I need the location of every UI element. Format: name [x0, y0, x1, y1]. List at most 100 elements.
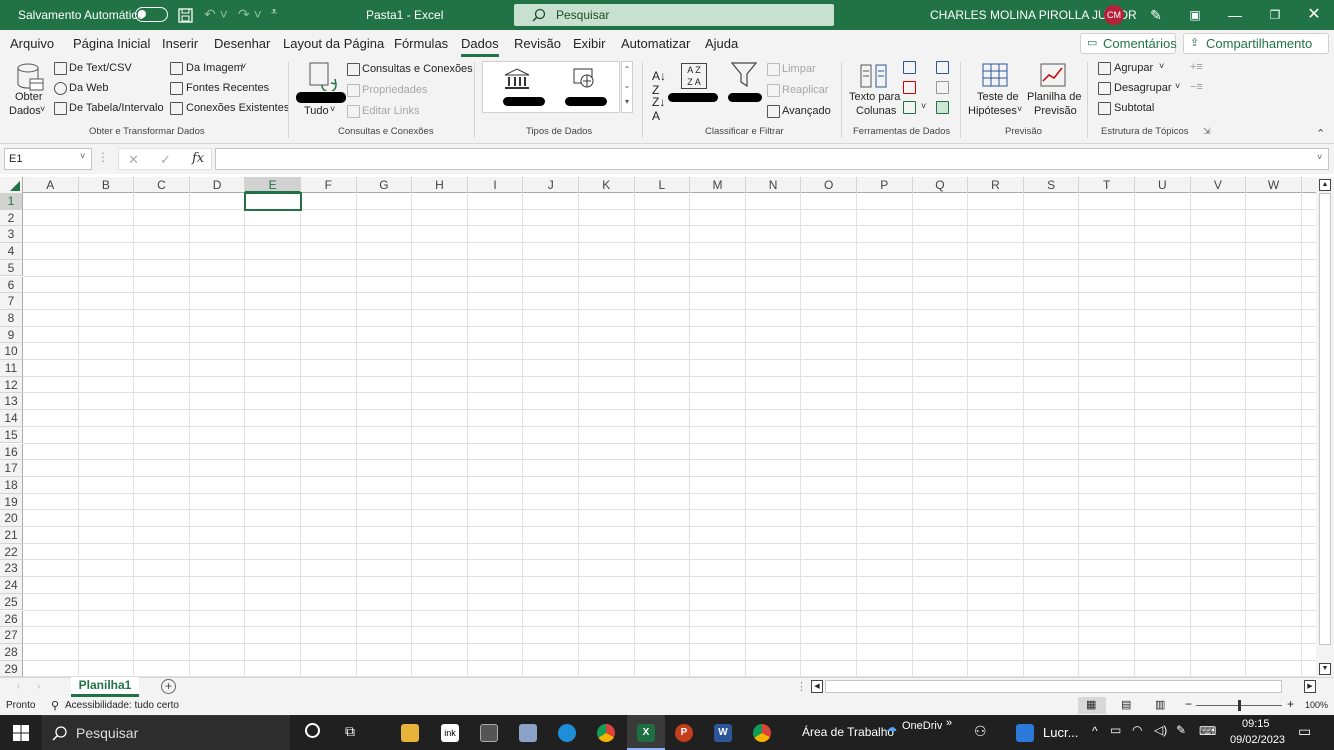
people-icon[interactable]: ⚇: [974, 723, 987, 740]
scroll-up-icon[interactable]: ▲: [1319, 179, 1331, 191]
column-header[interactable]: D: [190, 177, 246, 193]
desktop-toolbar-label[interactable]: Área de Trabalho: [802, 725, 894, 739]
sheet-tab-planilha1[interactable]: Planilha1: [71, 677, 139, 697]
row-header[interactable]: 20: [0, 510, 23, 527]
data-model-icon[interactable]: [936, 101, 949, 114]
powerpoint-icon[interactable]: P: [675, 724, 693, 742]
ungroup-button[interactable]: Desagrupar: [1114, 82, 1171, 94]
horizontal-scroll-thumb[interactable]: [825, 680, 1282, 693]
chevron-down-icon[interactable]: ˅: [1017, 104, 1022, 114]
group-button[interactable]: Agrupar: [1114, 62, 1153, 74]
what-if-line2[interactable]: Hipóteses: [968, 105, 1017, 117]
task-view-icon[interactable]: ⧉: [345, 723, 355, 740]
tab-layout[interactable]: Layout da Página: [283, 36, 384, 51]
expand-formula-icon[interactable]: ˅: [1317, 152, 1322, 162]
column-header[interactable]: M: [690, 177, 746, 193]
calculator-icon[interactable]: [519, 724, 537, 742]
status-accessibility[interactable]: Acessibilidade: tudo certo: [65, 700, 179, 711]
sort-za-icon[interactable]: Z↓ A: [652, 95, 665, 123]
tab-ajuda[interactable]: Ajuda: [705, 36, 738, 51]
minimize-icon[interactable]: —: [1226, 6, 1244, 24]
from-table[interactable]: De Tabela/Intervalo: [69, 102, 164, 114]
relationships-icon[interactable]: [936, 81, 949, 94]
chevron-down-icon[interactable]: ˅: [330, 104, 335, 114]
chrome-profile-icon[interactable]: [753, 724, 771, 742]
row-header[interactable]: 27: [0, 627, 23, 644]
volume-icon[interactable]: ◁): [1154, 723, 1167, 737]
enter-icon[interactable]: ✓: [160, 152, 171, 168]
document-app-icon[interactable]: [1016, 724, 1034, 742]
row-header[interactable]: 11: [0, 360, 23, 377]
column-header[interactable]: E: [245, 177, 301, 193]
excel-taskbar-button[interactable]: X: [627, 715, 665, 750]
row-header[interactable]: 26: [0, 610, 23, 628]
subtotal[interactable]: Subtotal: [1114, 102, 1154, 114]
column-header[interactable]: K: [579, 177, 635, 193]
column-header[interactable]: O: [801, 177, 857, 193]
row-header[interactable]: 4: [0, 243, 23, 260]
chevron-down-icon[interactable]: ˅: [921, 101, 926, 111]
zoom-out-icon[interactable]: −: [1185, 697, 1192, 711]
tab-revisao[interactable]: Revisão: [514, 36, 561, 51]
row-header[interactable]: 16: [0, 443, 23, 461]
properties[interactable]: Propriedades: [362, 84, 427, 96]
show-detail-icon[interactable]: +≡: [1190, 61, 1203, 73]
column-header[interactable]: U: [1135, 177, 1191, 193]
column-header[interactable]: I: [468, 177, 524, 193]
split-handle-icon[interactable]: ⋮: [796, 680, 807, 693]
row-header[interactable]: 15: [0, 426, 23, 444]
autosave-toggle[interactable]: [135, 7, 168, 22]
zoom-slider-thumb[interactable]: [1238, 700, 1241, 711]
chevron-down-icon[interactable]: ˅: [241, 61, 246, 71]
from-text-csv[interactable]: De Text/CSV: [69, 62, 132, 74]
column-header[interactable]: L: [635, 177, 691, 193]
save-icon[interactable]: [178, 8, 193, 23]
edit-links[interactable]: Editar Links: [362, 105, 419, 117]
ribbon-display-icon[interactable]: ▣: [1186, 6, 1204, 24]
row-header[interactable]: 10: [0, 343, 23, 360]
row-header[interactable]: 22: [0, 543, 23, 561]
column-header[interactable]: R: [968, 177, 1024, 193]
chevron-down-icon[interactable]: ˅: [1159, 61, 1164, 71]
column-header[interactable]: A: [23, 177, 79, 193]
hide-detail-icon[interactable]: −≡: [1190, 81, 1203, 93]
collapse-ribbon-icon[interactable]: ⌃: [1316, 127, 1325, 140]
row-header[interactable]: 24: [0, 577, 23, 594]
toolbar-expand-icon[interactable]: »: [946, 717, 952, 729]
cortana-icon[interactable]: [305, 723, 320, 738]
insert-function-icon[interactable]: fx: [192, 151, 204, 166]
active-cell[interactable]: [244, 192, 302, 211]
comments-button[interactable]: ▭ Comentários: [1080, 33, 1177, 54]
tab-desenhar[interactable]: Desenhar: [214, 36, 270, 51]
row-header[interactable]: 2: [0, 209, 23, 227]
file-explorer-icon[interactable]: [401, 724, 419, 742]
tab-dados[interactable]: Dados: [461, 36, 499, 57]
next-sheet-icon[interactable]: ›: [37, 681, 40, 692]
onedrive-label[interactable]: OneDrive: [902, 720, 942, 732]
tab-exibir[interactable]: Exibir: [573, 36, 606, 51]
worksheet-grid[interactable]: ABCDEFGHIJKLMNOPQRSTUVW 1 2 3 4 5 6 7 8 9 10 11 12 1…: [0, 177, 1316, 677]
column-header[interactable]: W: [1246, 177, 1302, 193]
clear[interactable]: Limpar: [782, 63, 816, 75]
clock-date[interactable]: 09/02/2023: [1230, 734, 1285, 746]
ink-app-icon[interactable]: ink: [441, 724, 459, 742]
remove-duplicates-icon[interactable]: [903, 81, 916, 94]
gallery-scroll[interactable]: ⌃ ⌄ ▾: [621, 61, 633, 113]
filter-icon[interactable]: [731, 61, 757, 89]
page-break-icon[interactable]: ▥: [1155, 698, 1165, 711]
tab-formulas[interactable]: Fórmulas: [394, 36, 448, 51]
reapply[interactable]: Reaplicar: [782, 84, 828, 96]
sort-icon[interactable]: A ZZ A: [681, 63, 707, 89]
tab-inserir[interactable]: Inserir: [162, 36, 198, 51]
zoom-level[interactable]: 100%: [1305, 700, 1328, 710]
column-header[interactable]: V: [1191, 177, 1247, 193]
row-header[interactable]: 3: [0, 226, 23, 244]
zoom-in-icon[interactable]: +: [1287, 697, 1294, 711]
redo-icon[interactable]: ↷ ˅: [238, 6, 262, 23]
column-header[interactable]: S: [1024, 177, 1080, 193]
search-box[interactable]: Pesquisar: [514, 4, 834, 26]
pen-icon[interactable]: ✎: [1147, 6, 1165, 24]
battery-icon[interactable]: ▭: [1110, 723, 1121, 737]
vertical-scrollbar[interactable]: ▲ ▼: [1316, 177, 1334, 677]
data-validation-icon[interactable]: [903, 101, 916, 114]
